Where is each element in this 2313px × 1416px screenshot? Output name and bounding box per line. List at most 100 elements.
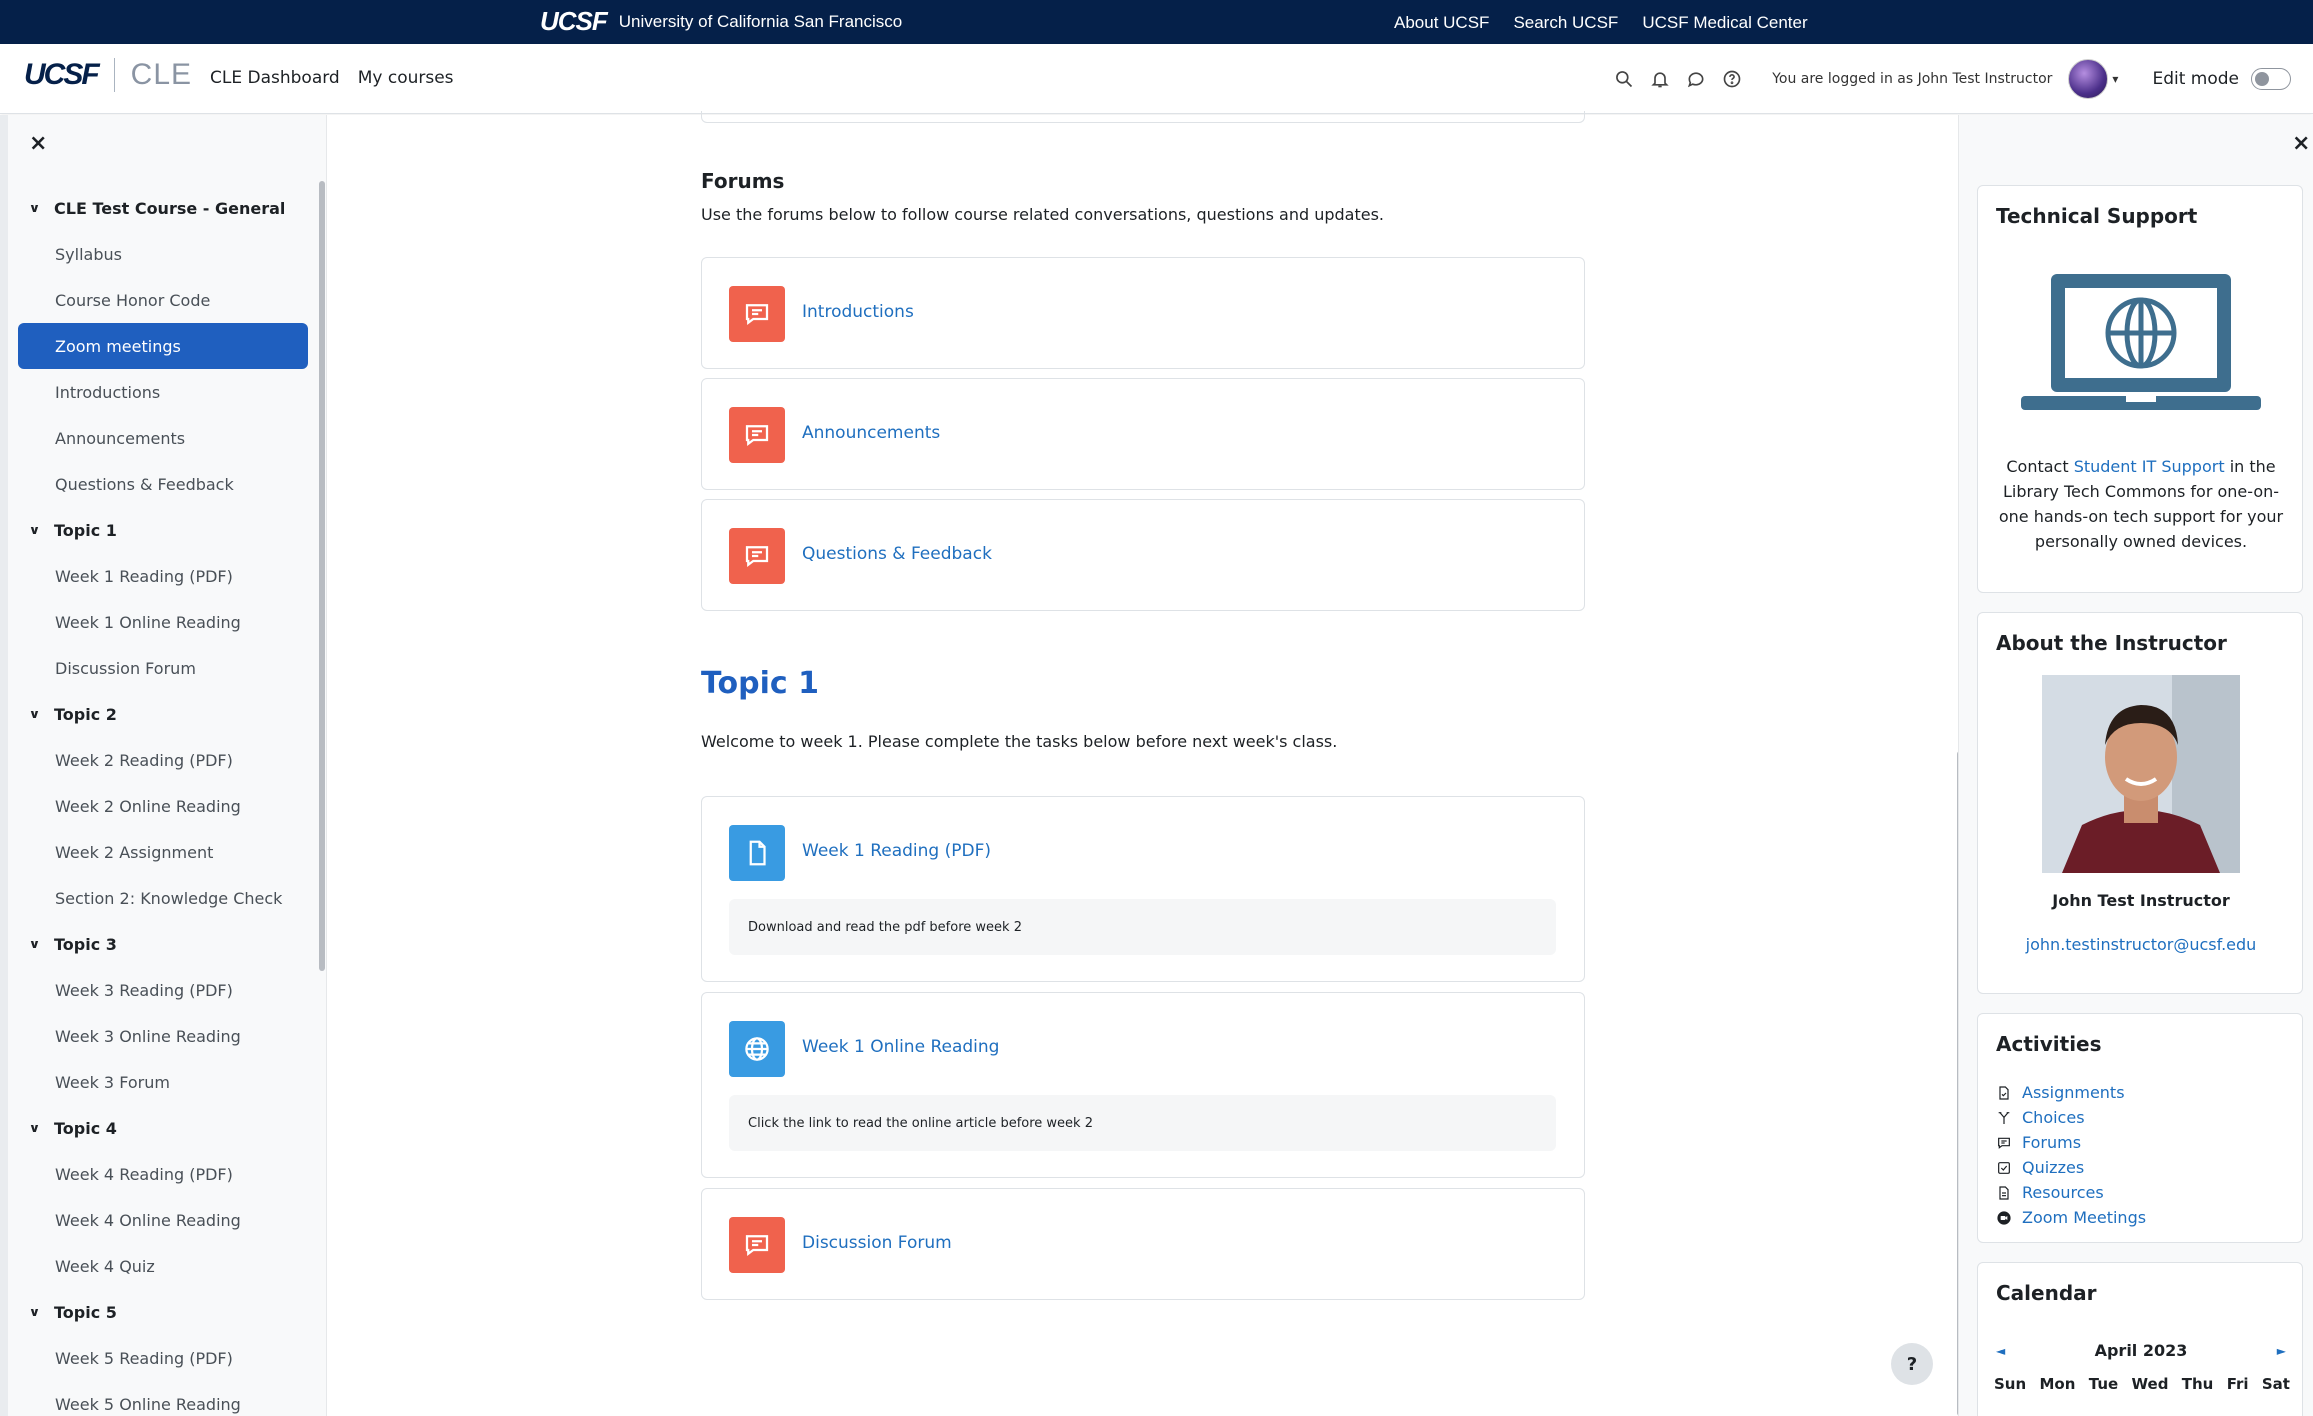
course-index-item[interactable]: Course Honor Code (18, 277, 308, 323)
course-index-item[interactable]: Week 3 Forum (18, 1059, 308, 1105)
ucsf-brand[interactable]: UCSF University of California San Franci… (540, 6, 902, 37)
activity-type-quizzes[interactable]: Quizzes (1996, 1155, 2146, 1180)
topic-1-title[interactable]: Topic 1 (701, 666, 819, 701)
close-course-index-icon[interactable]: × (29, 131, 47, 156)
course-index-section-label: Topic 3 (54, 934, 117, 954)
calendar-next-month-icon[interactable]: ► (2277, 1344, 2286, 1358)
course-index-item[interactable]: Section 2: Knowledge Check (18, 875, 308, 921)
chevron-down-icon[interactable]: ∨ (29, 707, 46, 721)
course-index-item[interactable]: Week 2 Assignment (18, 829, 308, 875)
blocks-drawer: × Technical Support Contact Student IT S… (1958, 115, 2313, 1416)
course-content: Forums Use the forums below to follow co… (327, 111, 1958, 1416)
course-index-item[interactable]: Discussion Forum (18, 645, 308, 691)
course-index-section[interactable]: ∨ Topic 5 (18, 1289, 308, 1335)
course-index-section[interactable]: ∨ CLE Test Course - General (18, 185, 308, 231)
choice-icon (1998, 1111, 2010, 1124)
course-index-item[interactable]: Week 5 Reading (PDF) (18, 1335, 308, 1381)
chevron-down-icon[interactable]: ∨ (29, 937, 46, 951)
close-blocks-drawer-icon[interactable]: × (2292, 131, 2310, 156)
course-index-item[interactable]: Week 3 Online Reading (18, 1013, 308, 1059)
activity-type-zoom-meetings[interactable]: Zoom Meetings (1996, 1205, 2146, 1230)
topic-1-summary: Welcome to week 1. Please complete the t… (701, 732, 1338, 751)
messages-button[interactable] (1678, 61, 1714, 97)
course-index-item[interactable]: Zoom meetings (18, 323, 308, 369)
activity-questions-feedback[interactable]: Questions & Feedback (701, 499, 1585, 611)
student-it-support-link[interactable]: Student IT Support (2074, 457, 2225, 476)
course-index-section[interactable]: ∨ Topic 3 (18, 921, 308, 967)
nav-cle-dashboard[interactable]: CLE Dashboard (210, 68, 340, 88)
help-button[interactable] (1714, 61, 1750, 97)
forum-icon (729, 1217, 785, 1273)
block-title: About the Instructor (1996, 631, 2227, 655)
forum-icon (729, 286, 785, 342)
main-navbar: UCSF CLE CLE Dashboard My courses You ar… (0, 44, 2313, 114)
chevron-down-icon[interactable]: ∨ (29, 523, 46, 537)
course-index-item[interactable]: Syllabus (18, 231, 308, 277)
search-button[interactable] (1606, 61, 1642, 97)
course-index-item[interactable]: Week 1 Online Reading (18, 599, 308, 645)
assignment-icon (1999, 1085, 2009, 1100)
zoom-icon (1997, 1210, 2011, 1225)
search-icon (1616, 71, 1633, 88)
laptop-globe-icon (2021, 274, 2261, 410)
course-index-item[interactable]: Week 3 Reading (PDF) (18, 967, 308, 1013)
course-index-item[interactable]: Announcements (18, 415, 308, 461)
course-index-item[interactable]: Week 2 Online Reading (18, 783, 308, 829)
calendar-prev-month-icon[interactable]: ◄ (1996, 1344, 2005, 1358)
about-ucsf-link[interactable]: About UCSF (1394, 13, 1489, 33)
instructor-email-link[interactable]: john.testinstructor@ucsf.edu (1978, 935, 2304, 954)
course-index-item[interactable]: Week 4 Online Reading (18, 1197, 308, 1243)
course-index-item[interactable]: Week 4 Quiz (18, 1243, 308, 1289)
help-floating-button[interactable]: ? (1891, 1343, 1933, 1385)
user-avatar[interactable] (2068, 59, 2109, 99)
activity-type-choices[interactable]: Choices (1996, 1105, 2146, 1130)
activity-link[interactable]: Week 1 Reading (PDF) (802, 841, 991, 861)
globe-icon (729, 1021, 785, 1077)
course-index-section-label: Topic 1 (54, 520, 117, 540)
chevron-down-icon[interactable]: ∨ (29, 1305, 46, 1319)
cle-logo[interactable]: UCSF CLE (24, 58, 192, 92)
forums-section-summary: Use the forums below to follow course re… (701, 205, 1384, 224)
activity-type-forums[interactable]: Forums (1996, 1130, 2146, 1155)
chevron-down-icon[interactable]: ∨ (29, 1121, 46, 1135)
activity-type-label: Forums (2022, 1133, 2082, 1152)
course-index-item[interactable]: Questions & Feedback (18, 461, 308, 507)
activity-type-resources[interactable]: Resources (1996, 1180, 2146, 1205)
logo-divider (113, 58, 115, 92)
navbar-right: You are logged in as John Test Instructo… (1606, 44, 2313, 114)
primary-nav: CLE Dashboard My courses (210, 68, 454, 88)
logo-ucsf: UCSF (24, 58, 100, 91)
ucsf-medical-center-link[interactable]: UCSF Medical Center (1642, 13, 1807, 33)
activity-link[interactable]: Week 1 Online Reading (802, 1037, 999, 1057)
course-index-section[interactable]: ∨ Topic 2 (18, 691, 308, 737)
notifications-button[interactable] (1642, 61, 1678, 97)
course-index-item[interactable]: Week 2 Reading (PDF) (18, 737, 308, 783)
activity-link[interactable]: Announcements (802, 423, 940, 443)
course-index-item[interactable]: Week 5 Online Reading (18, 1381, 308, 1416)
instructor-photo (2042, 675, 2240, 873)
activity-link[interactable]: Questions & Feedback (802, 544, 992, 564)
about-instructor-block: About the Instructor John Test Instructo… (1977, 612, 2303, 994)
course-index-scrollbar[interactable] (319, 181, 325, 971)
nav-my-courses[interactable]: My courses (358, 68, 454, 88)
course-index-section[interactable]: ∨ Topic 1 (18, 507, 308, 553)
activity-introductions[interactable]: Introductions (701, 257, 1585, 369)
activity-week1-reading-pdf[interactable]: Week 1 Reading (PDF) Download and read t… (701, 796, 1585, 982)
course-index-item[interactable]: Week 4 Reading (PDF) (18, 1151, 308, 1197)
chevron-down-icon[interactable]: ∨ (29, 201, 46, 215)
activity-week1-online-reading[interactable]: Week 1 Online Reading Click the link to … (701, 992, 1585, 1178)
activity-announcements[interactable]: Announcements (701, 378, 1585, 490)
activity-link[interactable]: Discussion Forum (802, 1233, 952, 1253)
course-index-section-label: CLE Test Course - General (54, 198, 286, 218)
edit-mode-toggle[interactable] (2251, 68, 2291, 90)
course-index-item[interactable]: Introductions (18, 369, 308, 415)
toggle-knob (2255, 72, 2269, 86)
course-index-item[interactable]: Week 1 Reading (PDF) (18, 553, 308, 599)
course-index-section[interactable]: ∨ Topic 4 (18, 1105, 308, 1151)
search-ucsf-link[interactable]: Search UCSF (1513, 13, 1618, 33)
block-title: Calendar (1996, 1281, 2097, 1305)
activity-type-assignments[interactable]: Assignments (1996, 1080, 2146, 1105)
user-menu-chevron-down-icon[interactable]: ▾ (2112, 72, 2118, 86)
activity-link[interactable]: Introductions (802, 302, 914, 322)
activity-discussion-forum[interactable]: Discussion Forum (701, 1188, 1585, 1300)
